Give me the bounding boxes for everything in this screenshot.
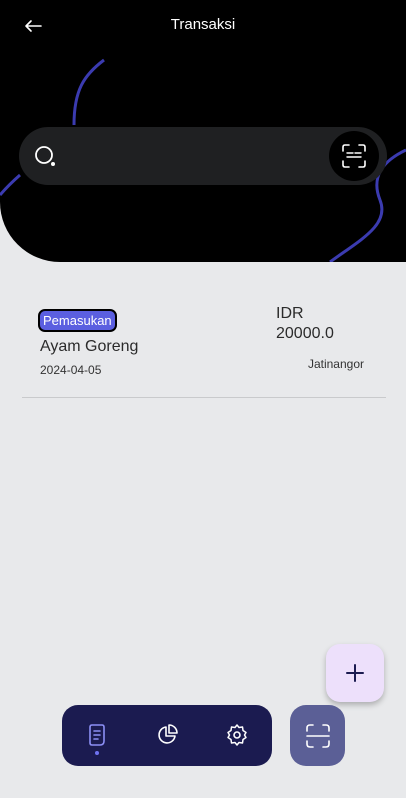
active-nav-indicator [95, 751, 99, 755]
scan-button[interactable] [329, 131, 379, 181]
search-input[interactable] [75, 141, 335, 171]
transaction-item[interactable]: Pemasukan Ayam Goreng 2024-04-05 IDR 200… [22, 300, 386, 398]
transactions-icon [89, 724, 105, 746]
transaction-amount: 20000.0 [276, 325, 334, 342]
transaction-location: Jatinangor [307, 357, 364, 371]
plus-icon [346, 664, 364, 682]
nav-item-settings[interactable] [222, 720, 252, 750]
transaction-type-badge: Pemasukan [38, 309, 117, 332]
bottom-navigation [62, 705, 272, 766]
scan-icon [342, 144, 366, 168]
transaction-currency: IDR [276, 305, 304, 322]
chart-icon [158, 724, 178, 744]
scan-nav-button[interactable] [290, 705, 345, 766]
nav-item-chart[interactable] [152, 720, 182, 750]
nav-item-transactions[interactable] [82, 720, 112, 750]
search-icon [35, 146, 55, 166]
header: Transaksi [0, 0, 406, 262]
settings-icon [227, 724, 247, 746]
transaction-date: 2024-04-05 [40, 363, 102, 377]
add-transaction-button[interactable] [326, 644, 384, 702]
page-title: Transaksi [170, 16, 236, 33]
search-bar[interactable] [19, 127, 387, 185]
scan-icon [305, 723, 330, 748]
transaction-name: Ayam Goreng [40, 338, 139, 355]
